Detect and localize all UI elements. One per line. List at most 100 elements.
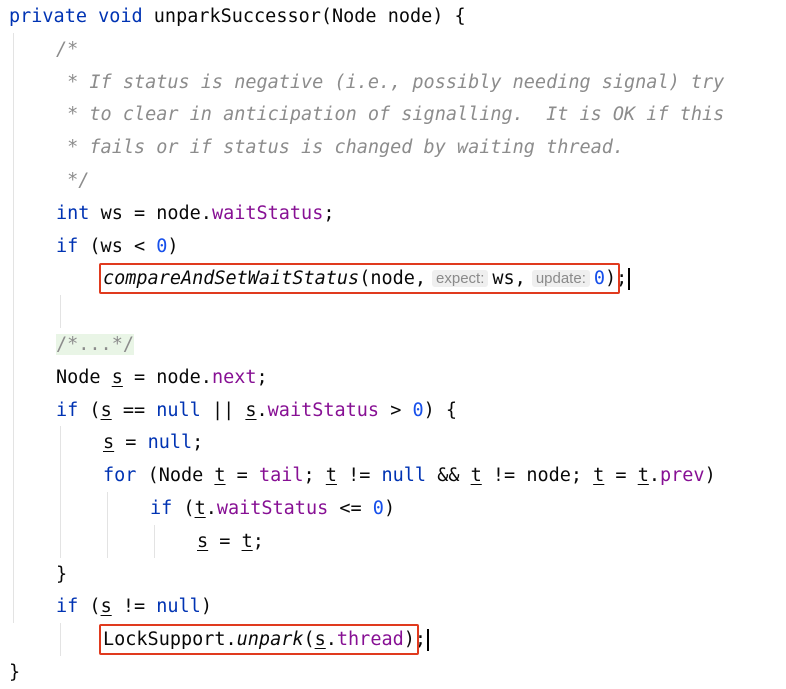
code-token: s bbox=[245, 399, 257, 421]
code-line[interactable]: if (s != null) bbox=[56, 590, 212, 623]
code-token: . bbox=[256, 399, 268, 421]
code-token: ; bbox=[616, 268, 628, 290]
text-caret bbox=[628, 268, 631, 291]
code-token: * fails or if status is changed by waiti… bbox=[56, 137, 625, 159]
code-line[interactable]: /*...*/ bbox=[56, 328, 134, 361]
code-line[interactable]: if (s == null || s.waitStatus > 0) { bbox=[56, 394, 457, 427]
code-token: 0 bbox=[372, 498, 384, 519]
code-token: */ bbox=[56, 170, 90, 191]
code-line[interactable]: */ bbox=[56, 164, 89, 197]
code-token: tail bbox=[258, 465, 304, 487]
code-line[interactable]: for (Node t = tail; t != null && t != no… bbox=[103, 459, 716, 492]
code-line[interactable]: Node s = node.next; bbox=[56, 361, 268, 394]
code-line[interactable]: * to clear in anticipation of signalling… bbox=[56, 98, 724, 131]
code-token: thread bbox=[336, 629, 404, 651]
code-token: ) bbox=[605, 268, 617, 290]
code-token: if bbox=[56, 399, 90, 421]
indent-guide bbox=[107, 492, 108, 558]
indent-guide bbox=[60, 295, 61, 328]
code-token: = bbox=[225, 465, 259, 487]
code-token: int bbox=[56, 202, 101, 224]
code-token: compareAndSetWaitStatus bbox=[103, 268, 360, 290]
code-token: s bbox=[103, 432, 115, 454]
code-token: && bbox=[426, 465, 471, 487]
code-line[interactable]: * If status is negative (i.e., possibly … bbox=[56, 66, 724, 99]
code-token: ) bbox=[403, 629, 415, 651]
code-editor[interactable]: private void unparkSuccessor(Node node) … bbox=[0, 0, 786, 683]
code-token: ) bbox=[383, 498, 396, 519]
code-token: ; bbox=[252, 530, 264, 552]
code-token: /* bbox=[56, 38, 79, 60]
code-token: waitStatus bbox=[216, 498, 329, 519]
code-token: (node, bbox=[359, 268, 427, 290]
code-token: /*...*/ bbox=[56, 334, 134, 355]
text-caret bbox=[427, 629, 430, 652]
code-token: for bbox=[103, 465, 148, 487]
code-token: == bbox=[111, 399, 157, 421]
code-token: = node. bbox=[122, 366, 212, 388]
code-line[interactable]: compareAndSetWaitStatus(node, expect: ws, u… bbox=[103, 262, 631, 295]
code-token: s bbox=[100, 596, 112, 618]
code-token: (ws < bbox=[89, 235, 157, 257]
parameter-hint: update: bbox=[531, 270, 590, 288]
code-token: <= bbox=[328, 498, 373, 519]
code-token: != bbox=[336, 465, 382, 487]
code-token: null bbox=[381, 465, 427, 487]
code-token: if bbox=[150, 498, 184, 519]
code-line[interactable]: if (ws < 0) bbox=[56, 230, 179, 263]
indent-guide bbox=[13, 32, 14, 624]
code-line[interactable]: private void unparkSuccessor(Node node) … bbox=[9, 0, 466, 33]
code-token: 0 bbox=[156, 235, 168, 257]
code-token: t bbox=[325, 465, 337, 487]
code-token: ws, bbox=[492, 268, 526, 290]
code-token: s bbox=[314, 629, 326, 651]
code-token: > bbox=[379, 399, 413, 421]
code-token: if bbox=[56, 235, 90, 257]
code-token: ; bbox=[414, 629, 427, 651]
code-token: s bbox=[111, 366, 123, 388]
code-token: ) bbox=[704, 465, 716, 487]
code-token: * to clear in anticipation of signalling… bbox=[56, 104, 725, 126]
parameter-hint: expect: bbox=[432, 270, 489, 288]
code-line[interactable]: } bbox=[9, 656, 20, 689]
indent-guide bbox=[60, 426, 61, 558]
code-line[interactable]: if (t.waitStatus <= 0) bbox=[150, 492, 395, 525]
code-token: ) bbox=[167, 235, 179, 257]
code-token: unpark bbox=[236, 629, 304, 651]
code-token: 0 bbox=[593, 268, 605, 290]
code-token: = bbox=[604, 465, 638, 487]
code-line[interactable]: /* bbox=[56, 33, 78, 66]
code-line[interactable]: LockSupport.unpark(s.thread); bbox=[103, 623, 430, 656]
indent-guide bbox=[154, 524, 155, 558]
code-token: t bbox=[214, 465, 226, 487]
code-token: s bbox=[197, 530, 209, 552]
code-token: t bbox=[637, 465, 649, 487]
code-token: ; bbox=[256, 366, 268, 388]
indent-guide bbox=[60, 623, 61, 656]
code-line[interactable]: s = t; bbox=[197, 525, 264, 558]
code-token: t bbox=[241, 530, 253, 552]
code-token: waitStatus bbox=[267, 399, 380, 421]
code-token: * If status is negative (i.e., possibly … bbox=[56, 71, 725, 93]
code-token: . bbox=[325, 629, 337, 651]
code-token: LockSupport. bbox=[103, 629, 237, 651]
code-token: ; bbox=[303, 465, 326, 487]
code-line[interactable]: int ws = node.waitStatus; bbox=[56, 197, 334, 230]
code-token: null bbox=[156, 596, 201, 618]
code-line[interactable]: } bbox=[56, 558, 67, 591]
code-token: ws = node. bbox=[100, 202, 212, 224]
code-line[interactable]: s = null; bbox=[103, 426, 203, 459]
code-token: null bbox=[156, 399, 201, 421]
code-token: ( bbox=[89, 596, 101, 618]
code-token: || bbox=[200, 399, 246, 421]
code-token: t bbox=[593, 465, 605, 487]
code-token: private void bbox=[9, 6, 154, 27]
code-token: s bbox=[100, 399, 112, 421]
code-line[interactable]: * fails or if status is changed by waiti… bbox=[56, 131, 624, 164]
code-token: ( bbox=[89, 399, 101, 421]
code-token: = bbox=[114, 432, 148, 454]
code-token: t bbox=[470, 465, 482, 487]
code-token: if bbox=[56, 596, 90, 618]
code-token: ( bbox=[183, 498, 195, 519]
code-token: ) bbox=[200, 596, 212, 618]
